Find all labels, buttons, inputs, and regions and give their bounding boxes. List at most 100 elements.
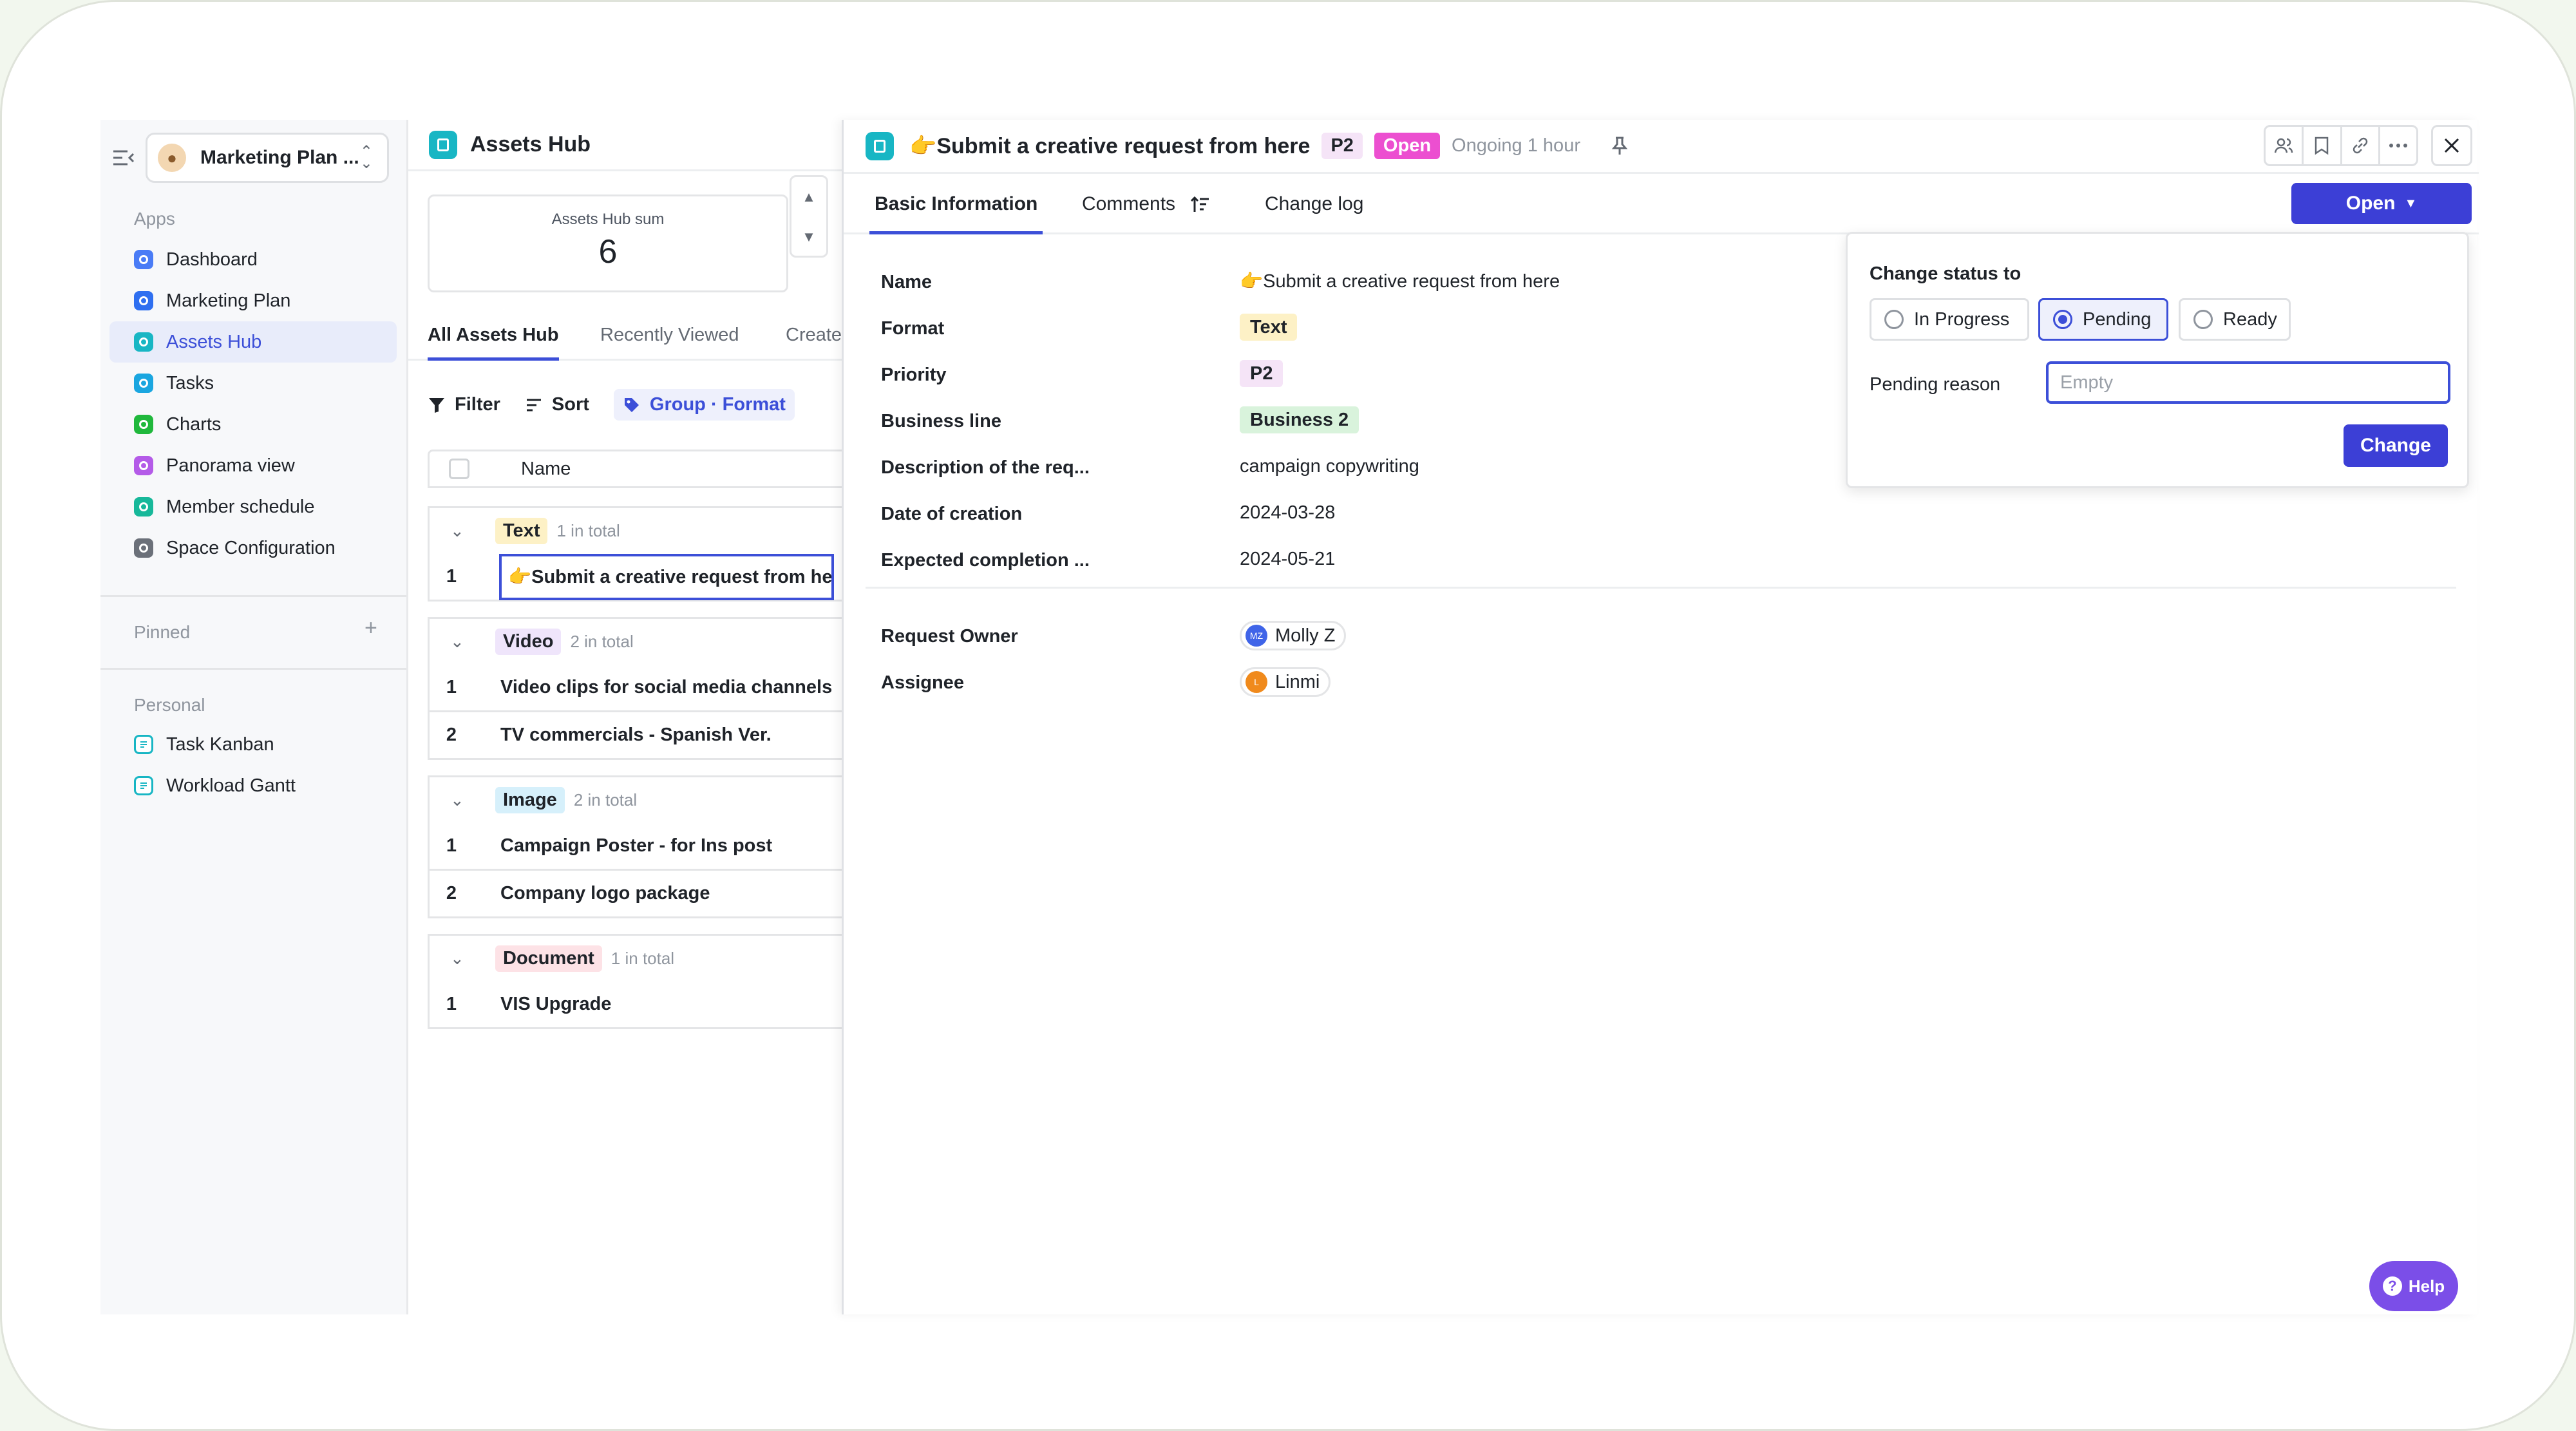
sort-label: Sort bbox=[551, 394, 589, 415]
sort-button[interactable]: Sort bbox=[525, 394, 589, 415]
sidebar-item-task-kanban[interactable]: Task Kanban bbox=[109, 724, 397, 765]
app-icon bbox=[134, 538, 153, 558]
detail-title: 👉Submit a creative request from here bbox=[909, 133, 1311, 158]
pin-icon[interactable] bbox=[1611, 137, 1628, 156]
assets-list-panel: Assets Hub Assets Hub sum 6 ▲ ▼ All Asse… bbox=[408, 120, 842, 1314]
row-name: Company logo package bbox=[500, 883, 710, 904]
field-value[interactable]: Business 2 bbox=[1240, 406, 1359, 433]
tab-all-assets-hub[interactable]: All Assets Hub bbox=[428, 325, 559, 361]
group-row-video[interactable]: ⌄ Video 2 in total bbox=[428, 617, 842, 665]
option-pending[interactable]: Pending bbox=[2038, 298, 2168, 341]
radio-icon bbox=[2193, 310, 2213, 329]
summary-scroll: ▲ ▼ bbox=[790, 175, 828, 258]
field-value[interactable]: 2024-05-21 bbox=[1240, 549, 1335, 570]
change-button[interactable]: Change bbox=[2344, 424, 2448, 467]
bookmark-icon[interactable] bbox=[2304, 127, 2342, 164]
tab-change-log[interactable]: Change log bbox=[1265, 174, 1363, 234]
scroll-up-icon[interactable]: ▲ bbox=[791, 177, 826, 217]
filter-icon bbox=[429, 397, 444, 413]
sidebar-item-dashboard[interactable]: Dashboard bbox=[109, 239, 397, 280]
change-status-popover: Change status to In Progress Pending Rea… bbox=[1846, 232, 2469, 488]
link-icon[interactable] bbox=[2342, 127, 2380, 164]
app-icon bbox=[134, 332, 153, 352]
person-field[interactable]: MZ Molly Z bbox=[1240, 621, 1347, 650]
ongoing-duration: Ongoing 1 hour bbox=[1452, 135, 1580, 156]
table-row[interactable]: 1 👉Submit a creative request from here bbox=[428, 553, 842, 602]
view-tabs: All Assets Hub Recently Viewed Create bbox=[408, 325, 842, 361]
option-ready[interactable]: Ready bbox=[2179, 298, 2291, 341]
row-number: 1 bbox=[446, 566, 457, 587]
sidebar-divider bbox=[100, 668, 406, 670]
sidebar-item-label: Workload Gantt bbox=[166, 775, 296, 796]
table-row[interactable]: 1 Campaign Poster - for Ins post bbox=[428, 823, 842, 871]
group-count: 1 in total bbox=[556, 521, 620, 540]
group-row-text[interactable]: ⌄ Text 1 in total bbox=[428, 506, 842, 554]
tab-comments[interactable]: Comments bbox=[1082, 174, 1210, 234]
tab-recently-viewed[interactable]: Recently Viewed bbox=[600, 325, 739, 361]
tab-create[interactable]: Create bbox=[786, 325, 842, 361]
select-all-checkbox[interactable] bbox=[449, 459, 469, 479]
list-title: Assets Hub bbox=[470, 132, 591, 156]
field-value[interactable]: P2 bbox=[1240, 360, 1283, 387]
sidebar-item-workload-gantt[interactable]: Workload Gantt bbox=[109, 765, 397, 806]
group-row-document[interactable]: ⌄ Document 1 in total bbox=[428, 934, 842, 981]
group-row-image[interactable]: ⌄ Image 2 in total bbox=[428, 775, 842, 823]
option-in-progress[interactable]: In Progress bbox=[1870, 298, 2029, 341]
app-icon bbox=[134, 415, 153, 434]
row-number: 2 bbox=[446, 725, 457, 745]
sidebar-item-charts[interactable]: Charts bbox=[109, 404, 397, 445]
sidebar-item-label: Assets Hub bbox=[166, 331, 262, 352]
field-value-text: 2024-05-21 bbox=[1240, 549, 1336, 569]
priority-badge: P2 bbox=[1321, 133, 1363, 159]
sidebar-item-marketing-plan[interactable]: Marketing Plan bbox=[109, 280, 397, 321]
field-label: Format bbox=[881, 318, 945, 339]
help-button[interactable]: ? Help bbox=[2369, 1261, 2458, 1311]
sidebar-item-member-schedule[interactable]: Member schedule bbox=[109, 486, 397, 527]
field-value[interactable]: 👉Submit a creative request from here bbox=[1240, 270, 1560, 292]
sidebar: ● Marketing Plan ... ⌃ ⌄ Apps Dashboard Ma… bbox=[100, 120, 408, 1314]
table-row[interactable]: 1 VIS Upgrade bbox=[428, 981, 842, 1029]
status-dropdown-button[interactable]: Open ▼ bbox=[2291, 183, 2472, 224]
filter-button[interactable]: Filter bbox=[428, 394, 500, 415]
sidebar-item-label: Member schedule bbox=[166, 496, 315, 517]
table-row[interactable]: 1 Video clips for social media channels bbox=[428, 665, 842, 712]
personal-section-label: Personal bbox=[134, 695, 205, 715]
scroll-down-icon[interactable]: ▼ bbox=[791, 217, 826, 257]
person-chip[interactable]: L Linmi bbox=[1240, 667, 1331, 697]
collapse-sidebar-icon[interactable] bbox=[112, 148, 135, 167]
tab-basic-information[interactable]: Basic Information bbox=[869, 174, 1043, 234]
sidebar-item-label: Dashboard bbox=[166, 249, 258, 270]
avatar: MZ bbox=[1245, 625, 1267, 647]
field-value[interactable]: campaign copywriting bbox=[1240, 456, 1419, 477]
sidebar-item-assets-hub[interactable]: Assets Hub bbox=[109, 321, 397, 363]
table-row[interactable]: 2 Company logo package bbox=[428, 871, 842, 918]
field-label: Priority bbox=[881, 365, 947, 385]
apps-section-label: Apps bbox=[134, 209, 175, 229]
group-count: 1 in total bbox=[611, 949, 675, 968]
person-chip[interactable]: MZ Molly Z bbox=[1240, 621, 1347, 650]
sidebar-item-space-configuration[interactable]: Space Configuration bbox=[109, 527, 397, 569]
sidebar-item-panorama-view[interactable]: Panorama view bbox=[109, 445, 397, 486]
list-toolbar: Filter Sort Group · Format bbox=[428, 389, 819, 421]
close-icon[interactable] bbox=[2431, 125, 2472, 166]
field-label: Description of the req... bbox=[881, 457, 1090, 478]
field-value[interactable]: Text bbox=[1240, 314, 1298, 341]
group-button[interactable]: Group · Format bbox=[613, 389, 795, 421]
table-row[interactable]: 2 TV commercials - Spanish Ver. bbox=[428, 712, 842, 760]
option-label: In Progress bbox=[1914, 308, 2010, 330]
field-value[interactable]: 2024-03-28 bbox=[1240, 502, 1335, 524]
app-container: ● Marketing Plan ... ⌃ ⌄ Apps Dashboard Ma… bbox=[100, 120, 2479, 1314]
filter-label: Filter bbox=[455, 394, 500, 415]
sidebar-item-label: Task Kanban bbox=[166, 734, 274, 755]
chevron-down-icon: ⌄ bbox=[450, 632, 464, 651]
members-icon[interactable] bbox=[2266, 127, 2304, 164]
field-label: Business line bbox=[881, 411, 1001, 431]
group-count: 2 in total bbox=[573, 790, 638, 810]
pending-reason-input[interactable] bbox=[2046, 361, 2450, 404]
more-icon[interactable] bbox=[2380, 127, 2416, 164]
workspace-switcher[interactable]: ● Marketing Plan ... ⌃ ⌄ bbox=[146, 133, 389, 183]
person-field[interactable]: L Linmi bbox=[1240, 667, 1331, 697]
add-pinned-icon[interactable]: + bbox=[365, 616, 377, 641]
detail-tabs: Basic Information Comments Change log bbox=[844, 174, 2479, 234]
sidebar-item-tasks[interactable]: Tasks bbox=[109, 363, 397, 404]
